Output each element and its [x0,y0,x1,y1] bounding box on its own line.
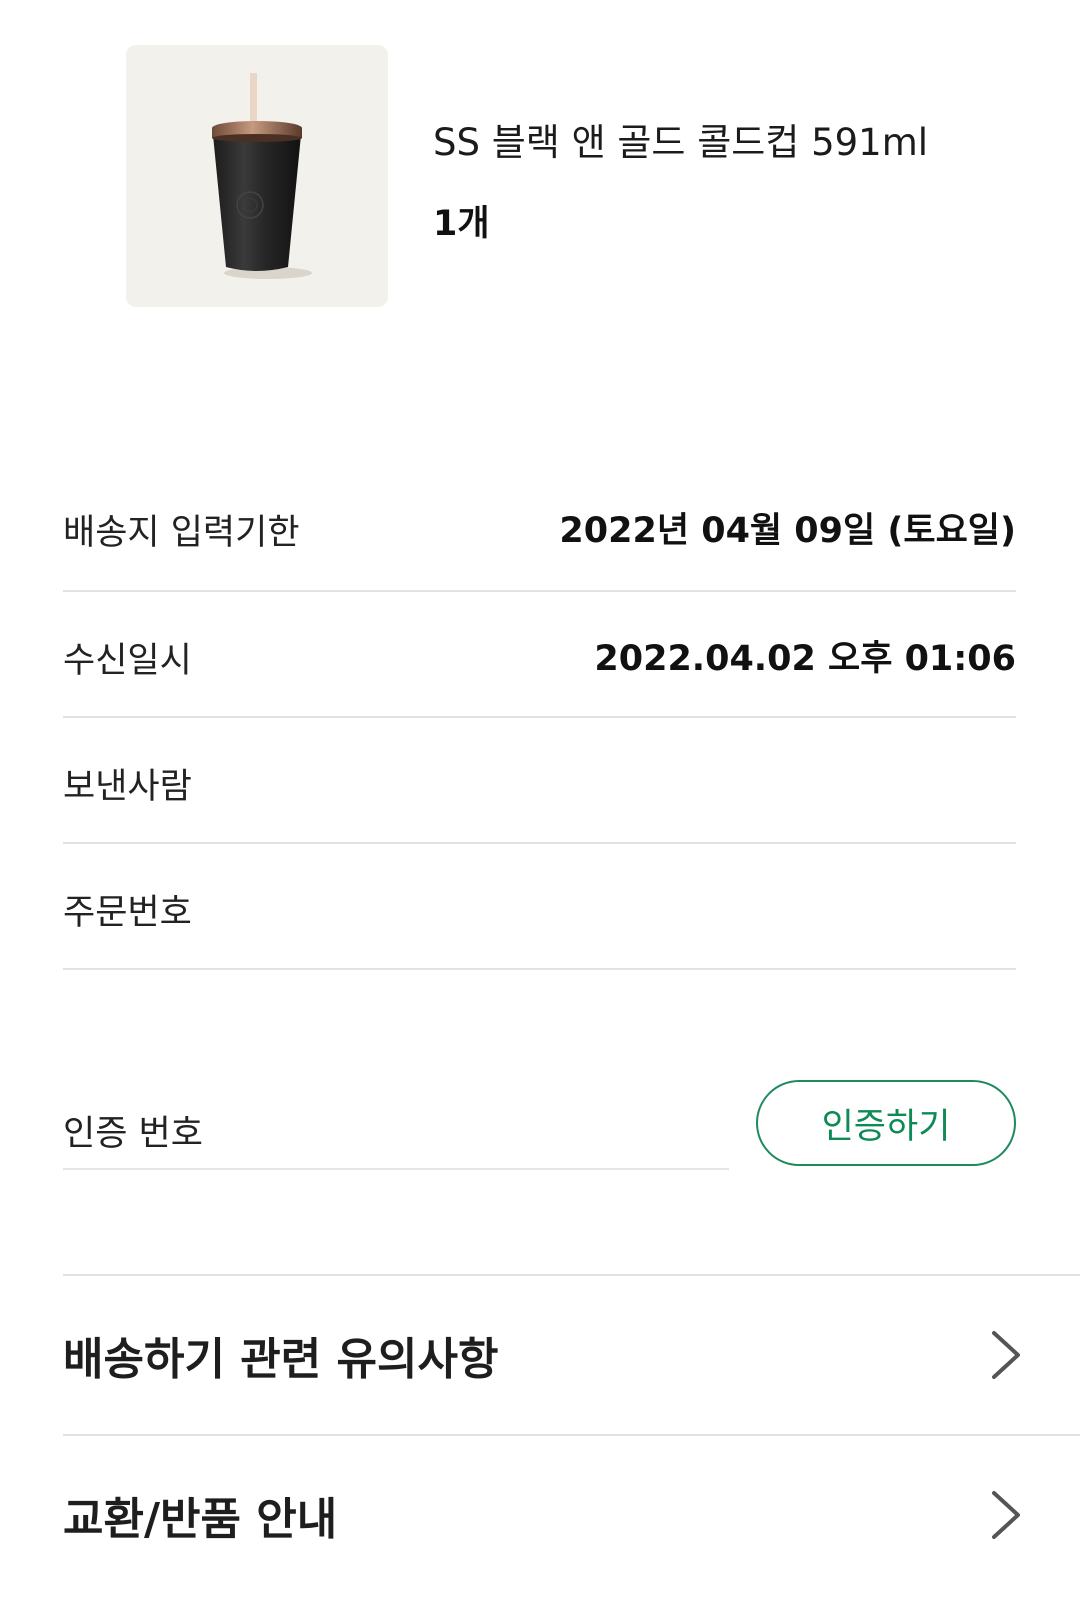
info-value: 2022.04.02 오후 01:06 [594,639,1016,679]
notice-row-exchange-return[interactable]: 교환/반품 안내 [63,1436,1080,1594]
notice-label: 배송하기 관련 유의사항 [63,1334,499,1385]
info-label: 보낸사람 [63,767,192,807]
info-value: 2022년 04월 09일 (토요일) [559,511,1016,551]
verification-section: 인증하기 [63,1080,1016,1190]
notice-label: 교환/반품 안내 [63,1494,338,1545]
info-label: 배송지 입력기한 [63,513,300,553]
verify-button[interactable]: 인증하기 [756,1080,1016,1166]
info-row-delivery-deadline: 배송지 입력기한 2022년 04월 09일 (토요일) [63,464,1016,592]
tumbler-icon [212,73,312,279]
order-info-list: 배송지 입력기한 2022년 04월 09일 (토요일) 수신일시 2022.0… [63,464,1016,970]
chevron-right-icon [988,1329,1024,1381]
info-row-sender: 보낸사람 [63,718,1016,844]
notice-row-delivery-caution[interactable]: 배송하기 관련 유의사항 [63,1276,1080,1434]
product-summary: SS 블랙 앤 골드 콜드컵 591ml 1개 [0,0,1080,320]
chevron-right-icon [988,1489,1024,1541]
product-quantity: 1개 [433,204,490,244]
product-image[interactable] [126,45,388,307]
verification-code-input[interactable] [63,1100,729,1170]
info-label: 주문번호 [63,893,192,933]
notice-list: 배송하기 관련 유의사항 교환/반품 안내 [63,1274,1080,1594]
info-label: 수신일시 [63,641,192,681]
info-row-received-at: 수신일시 2022.04.02 오후 01:06 [63,592,1016,718]
product-name: SS 블랙 앤 골드 콜드컵 591ml [433,121,929,164]
info-row-order-number: 주문번호 [63,844,1016,970]
